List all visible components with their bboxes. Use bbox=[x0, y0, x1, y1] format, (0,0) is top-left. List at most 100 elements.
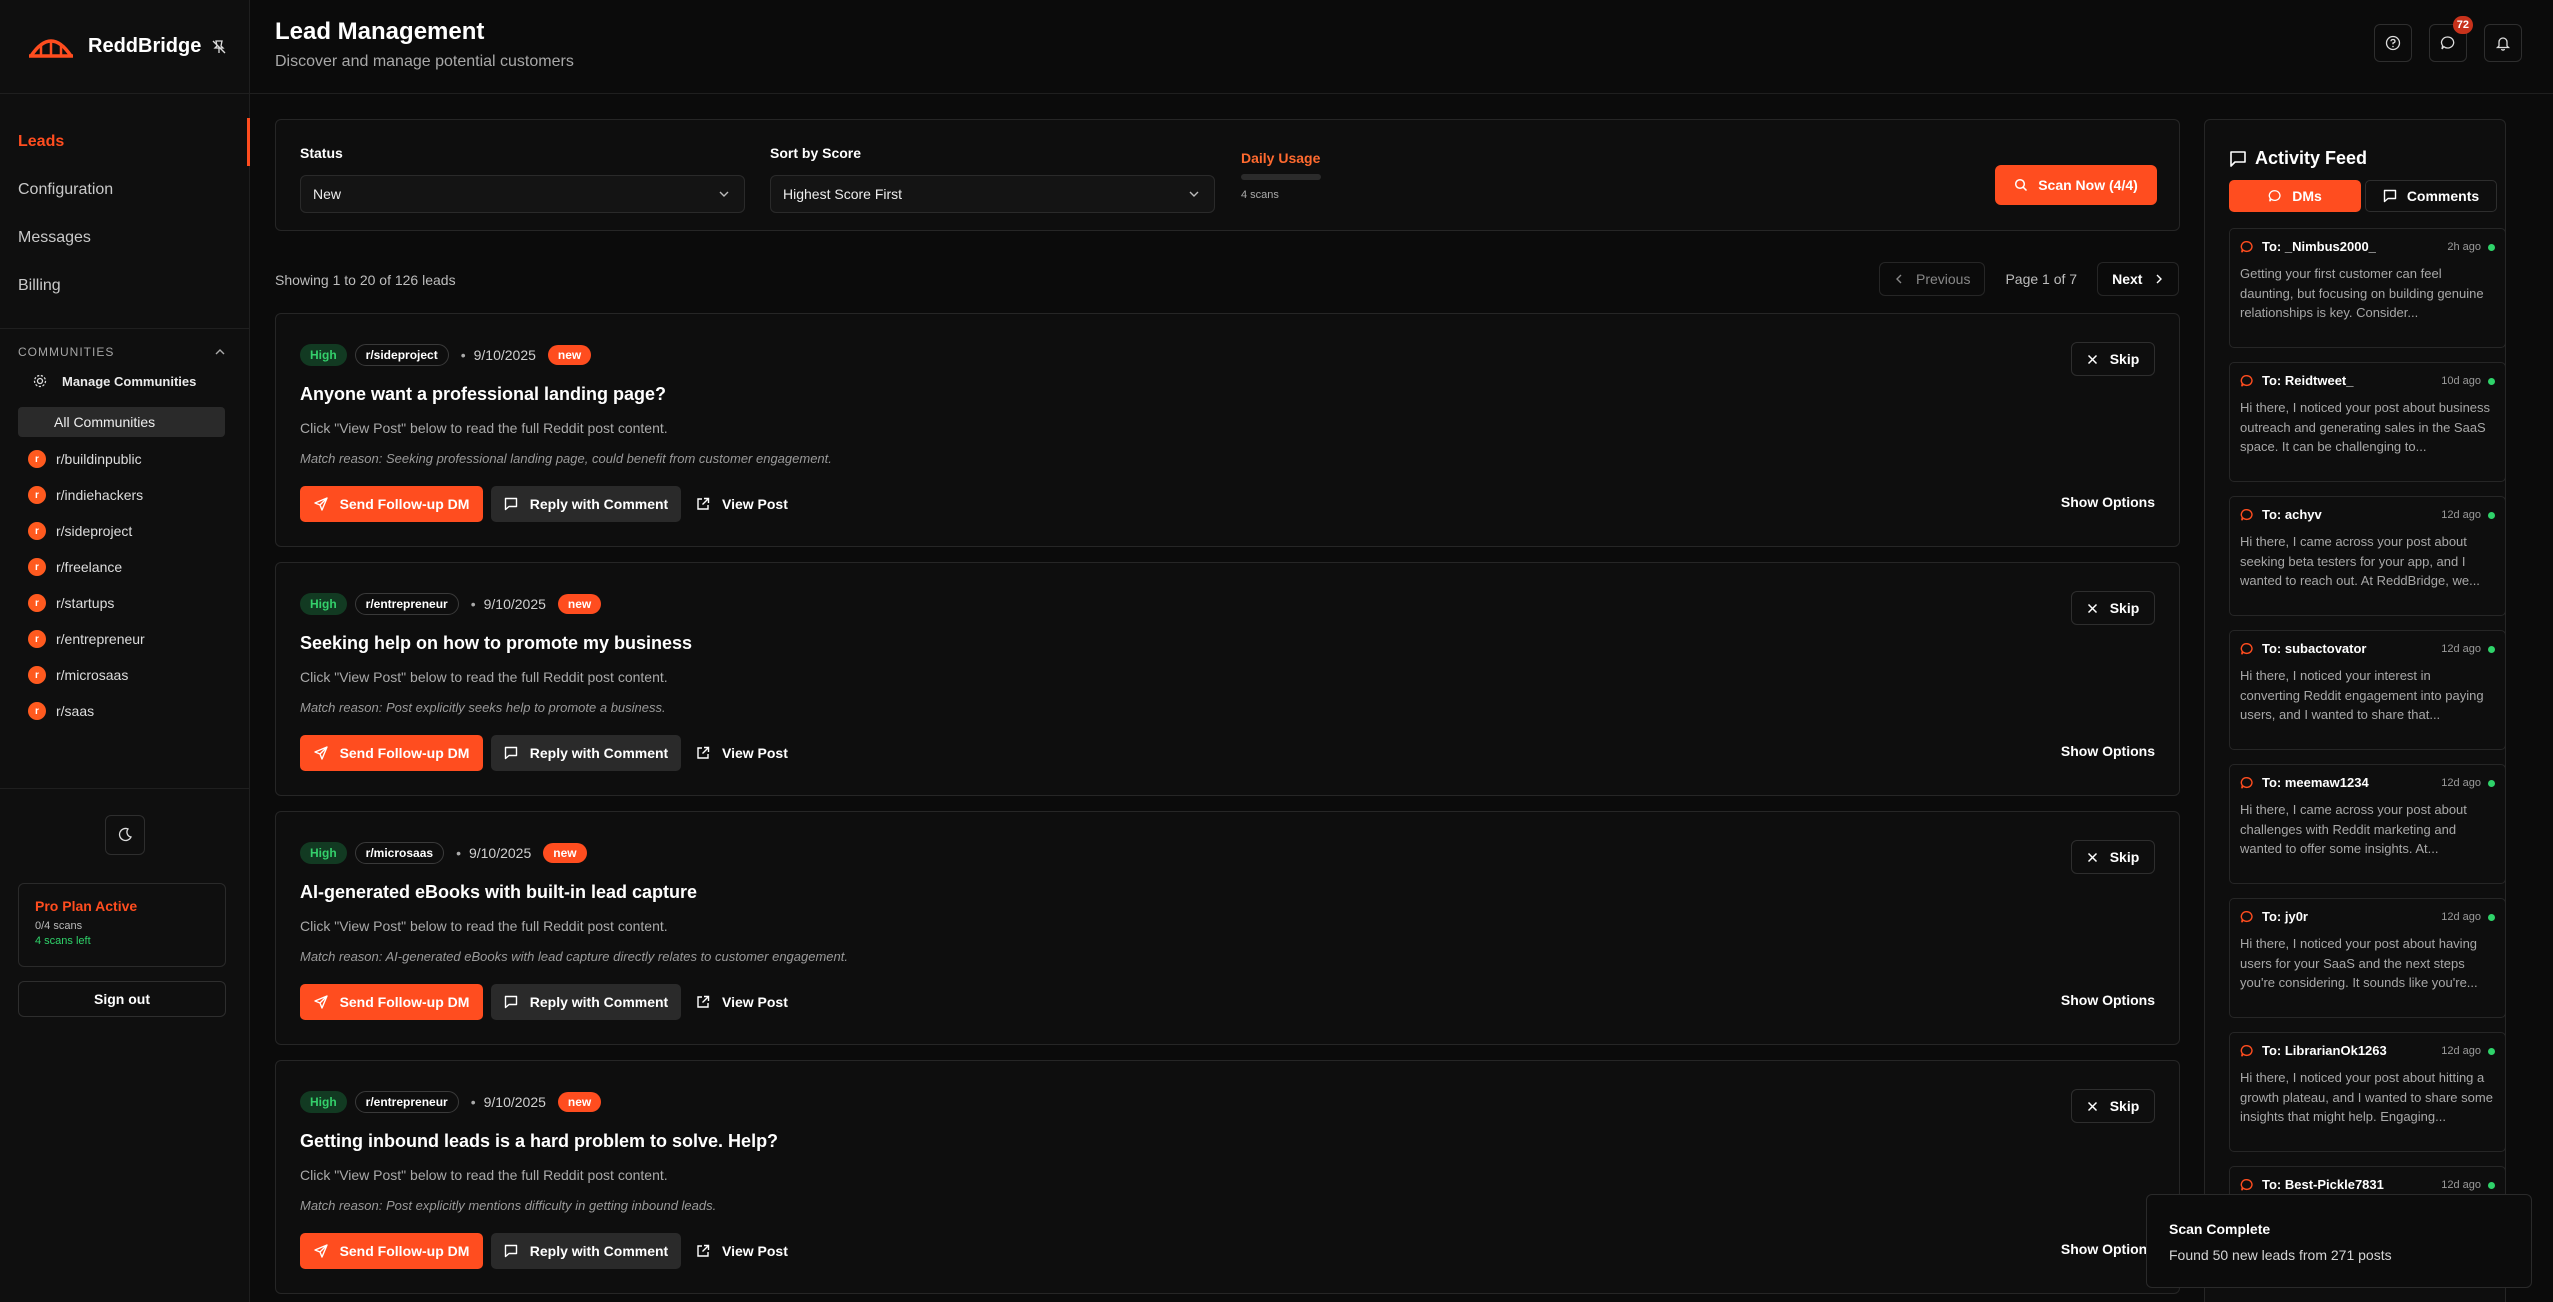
send-dm-label: Send Follow-up DM bbox=[339, 745, 470, 761]
lead-description: Click "View Post" below to read the full… bbox=[300, 1167, 668, 1183]
subreddit-avatar-icon: r bbox=[28, 594, 46, 612]
all-communities-item[interactable]: All Communities bbox=[18, 407, 225, 437]
tab-comments[interactable]: Comments bbox=[2365, 180, 2497, 212]
separator: • bbox=[456, 845, 461, 861]
skip-button[interactable]: Skip bbox=[2071, 591, 2155, 625]
send-dm-button[interactable]: Send Follow-up DM bbox=[300, 735, 483, 771]
feed-item[interactable]: To: _Nimbus2000_ 2h ago Getting your fir… bbox=[2229, 228, 2505, 348]
unpin-icon[interactable] bbox=[211, 39, 227, 55]
reply-comment-button[interactable]: Reply with Comment bbox=[491, 735, 681, 771]
feed-item[interactable]: To: LibrarianOk1263 12d ago Hi there, I … bbox=[2229, 1032, 2505, 1152]
show-options-button[interactable]: Show Options bbox=[2061, 494, 2155, 510]
community-item[interactable]: r r/buildinpublic bbox=[0, 441, 249, 477]
feed-item-recipient: To: jy0r bbox=[2262, 909, 2308, 924]
sort-select[interactable]: Highest Score First bbox=[770, 175, 1215, 213]
community-item[interactable]: r r/freelance bbox=[0, 549, 249, 585]
sign-out-button[interactable]: Sign out bbox=[18, 981, 226, 1017]
reply-comment-button[interactable]: Reply with Comment bbox=[491, 1233, 681, 1269]
messages-button[interactable]: 72 bbox=[2429, 16, 2473, 62]
message-icon bbox=[2240, 240, 2253, 253]
status-badge: new bbox=[543, 843, 587, 863]
status-select[interactable]: New bbox=[300, 175, 745, 213]
nav-item-messages[interactable]: Messages bbox=[0, 214, 249, 262]
activity-feed: Activity Feed DMs Comments To: _Nimbus20… bbox=[2204, 119, 2506, 1302]
chevron-up-icon[interactable] bbox=[215, 348, 225, 356]
send-dm-label: Send Follow-up DM bbox=[339, 994, 470, 1010]
lead-title: AI-generated eBooks with built-in lead c… bbox=[300, 882, 698, 902]
score-badge: High bbox=[300, 842, 347, 864]
view-post-link[interactable]: View Post bbox=[696, 1233, 788, 1269]
send-icon bbox=[313, 497, 328, 511]
status-badge: new bbox=[557, 1092, 602, 1112]
show-options-button[interactable]: Show Options bbox=[2061, 1241, 2155, 1257]
nav-item-billing[interactable]: Billing bbox=[0, 262, 249, 310]
skip-button[interactable]: Skip bbox=[2071, 342, 2155, 376]
feed-item[interactable]: To: meemaw1234 12d ago Hi there, I came … bbox=[2229, 764, 2505, 884]
tab-dms[interactable]: DMs bbox=[2229, 180, 2361, 212]
skip-button[interactable]: Skip bbox=[2071, 840, 2155, 874]
reply-comment-button[interactable]: Reply with Comment bbox=[491, 984, 681, 1020]
bell-icon bbox=[2495, 37, 2511, 51]
notifications-button[interactable] bbox=[2484, 24, 2522, 62]
subreddit-avatar-icon: r bbox=[28, 486, 46, 504]
feed-item[interactable]: To: achyv 12d ago Hi there, I came acros… bbox=[2229, 496, 2505, 616]
view-post-link[interactable]: View Post bbox=[696, 486, 788, 522]
help-icon bbox=[2385, 35, 2401, 51]
scan-complete-toast[interactable]: Scan Complete Found 50 new leads from 27… bbox=[2146, 1194, 2532, 1288]
feed-item-recipient: To: Best-Pickle7831 bbox=[2262, 1177, 2384, 1192]
feed-item-preview: Hi there, I noticed your post about havi… bbox=[2240, 936, 2478, 990]
lead-card: High r/microsaas • 9/10/2025 new Skip AI… bbox=[275, 811, 2180, 1045]
send-dm-label: Send Follow-up DM bbox=[339, 496, 470, 512]
feed-item[interactable]: To: Reidtweet_ 10d ago Hi there, I notic… bbox=[2229, 362, 2505, 482]
community-item[interactable]: r r/microsaas bbox=[0, 657, 249, 693]
communities-header[interactable]: COMMUNITIES bbox=[0, 329, 249, 359]
page-subtitle: Discover and manage potential customers bbox=[275, 53, 574, 70]
subreddit-badge[interactable]: r/sideproject bbox=[354, 344, 449, 366]
status-badge: new bbox=[557, 594, 602, 614]
chevron-down-icon bbox=[1189, 191, 1199, 197]
show-options-button[interactable]: Show Options bbox=[2061, 743, 2155, 759]
feed-item[interactable]: To: subactovator 12d ago Hi there, I not… bbox=[2229, 630, 2505, 750]
show-options-button[interactable]: Show Options bbox=[2061, 992, 2155, 1008]
theme-toggle-button[interactable] bbox=[105, 815, 145, 855]
reply-comment-label: Reply with Comment bbox=[529, 994, 669, 1010]
message-icon bbox=[2240, 776, 2253, 789]
scan-now-button[interactable]: Scan Now (4/4) bbox=[1995, 165, 2157, 205]
community-list: r r/buildinpublic r r/indiehackers r r/side… bbox=[0, 437, 249, 729]
feed-item-time: 12d ago bbox=[2441, 643, 2481, 655]
feed-item[interactable]: To: jy0r 12d ago Hi there, I noticed you… bbox=[2229, 898, 2505, 1018]
next-page-button[interactable]: Next bbox=[2097, 262, 2180, 296]
community-item[interactable]: r r/entrepreneur bbox=[0, 621, 249, 657]
brand[interactable]: ReddBridge bbox=[0, 0, 249, 94]
view-post-link[interactable]: View Post bbox=[696, 984, 788, 1020]
skip-button[interactable]: Skip bbox=[2071, 1089, 2155, 1123]
previous-page-button[interactable]: Previous bbox=[1879, 262, 1986, 296]
nav-item-leads[interactable]: Leads bbox=[0, 118, 250, 166]
feed-item-time: 12d ago bbox=[2441, 777, 2481, 789]
feed-tabs: DMs Comments bbox=[2229, 180, 2501, 212]
community-item[interactable]: r r/sideproject bbox=[0, 513, 249, 549]
subreddit-badge[interactable]: r/entrepreneur bbox=[354, 1091, 459, 1113]
community-item[interactable]: r r/saas bbox=[0, 693, 249, 729]
lead-date: 9/10/2025 bbox=[483, 1094, 546, 1110]
manage-communities-button[interactable]: Manage Communities bbox=[0, 359, 249, 389]
nav-item-configuration[interactable]: Configuration bbox=[0, 166, 249, 214]
subreddit-badge[interactable]: r/entrepreneur bbox=[354, 593, 459, 615]
community-label: r/buildinpublic bbox=[56, 451, 142, 467]
community-item[interactable]: r r/startups bbox=[0, 585, 249, 621]
reply-comment-button[interactable]: Reply with Comment bbox=[491, 486, 681, 522]
view-post-link[interactable]: View Post bbox=[696, 735, 788, 771]
comment-icon bbox=[2230, 150, 2246, 167]
help-button[interactable] bbox=[2374, 24, 2412, 62]
subreddit-badge[interactable]: r/microsaas bbox=[354, 842, 445, 864]
separator: • bbox=[470, 1094, 476, 1110]
send-dm-button[interactable]: Send Follow-up DM bbox=[300, 486, 483, 522]
lead-description: Click "View Post" below to read the full… bbox=[300, 669, 668, 685]
send-dm-button[interactable]: Send Follow-up DM bbox=[300, 984, 483, 1020]
community-item[interactable]: r r/indiehackers bbox=[0, 477, 249, 513]
feed-item-time: 12d ago bbox=[2441, 1179, 2481, 1191]
feed-item-preview: Hi there, I came across your post about … bbox=[2240, 802, 2467, 856]
lead-tags: High r/entrepreneur • 9/10/2025 new bbox=[300, 593, 602, 615]
send-dm-button[interactable]: Send Follow-up DM bbox=[300, 1233, 483, 1269]
subreddit-avatar-icon: r bbox=[28, 666, 46, 684]
